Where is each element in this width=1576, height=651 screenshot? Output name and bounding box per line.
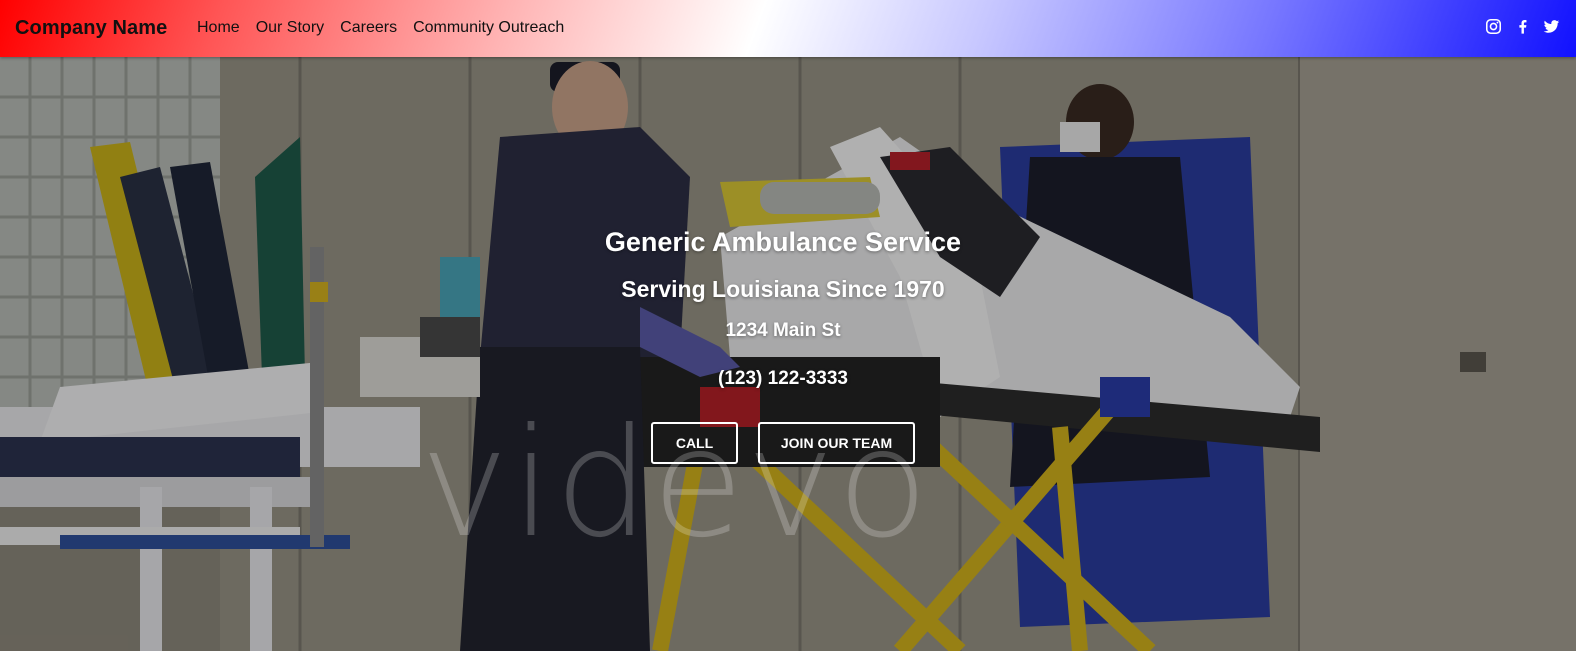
social-links — [1485, 18, 1560, 40]
hero-title: Generic Ambulance Service — [604, 227, 962, 257]
hero-subtitle: Serving Louisiana Since 1970 — [621, 276, 945, 302]
join-our-team-button[interactable]: JOIN OUR TEAM — [758, 422, 915, 464]
navbar: Company Name Home Our Story Careers Comm… — [0, 0, 1576, 57]
nav-link-community-outreach[interactable]: Community Outreach — [413, 19, 564, 37]
instagram-icon[interactable] — [1485, 18, 1502, 40]
call-button[interactable]: CALL — [651, 422, 738, 464]
hero-content: Generic Ambulance Service Serving Louisi… — [0, 57, 1566, 651]
nav-links: Home Our Story Careers Community Outreac… — [197, 19, 580, 37]
nav-link-our-story[interactable]: Our Story — [256, 19, 324, 37]
hero-phone: (123) 122-3333 — [718, 368, 848, 389]
brand-logo-text[interactable]: Company Name — [15, 17, 167, 40]
nav-link-careers[interactable]: Careers — [340, 19, 397, 37]
hero-address: 1234 Main St — [725, 320, 841, 341]
facebook-icon[interactable] — [1514, 18, 1531, 40]
twitter-icon[interactable] — [1543, 18, 1560, 40]
hero-section: videvo Generic Ambulance Service Serving… — [0, 57, 1576, 651]
nav-link-home[interactable]: Home — [197, 19, 240, 37]
page: Company Name Home Our Story Careers Comm… — [0, 0, 1576, 651]
